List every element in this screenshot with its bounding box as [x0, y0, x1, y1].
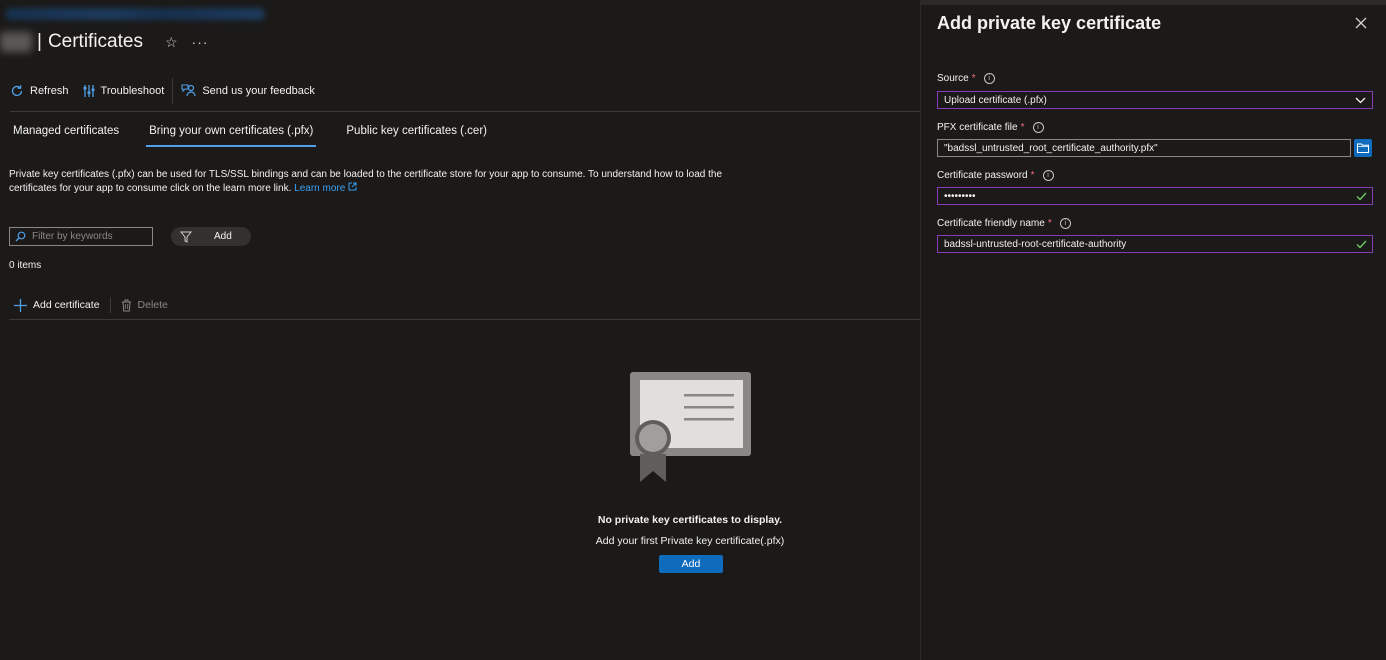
pfx-file-label: PFX certificate file — [937, 122, 1018, 133]
title-separator: | — [37, 31, 42, 52]
page-title: Certificates — [47, 31, 143, 52]
browse-file-button[interactable] — [1354, 139, 1372, 157]
empty-state-add-button[interactable]: Add — [659, 555, 723, 573]
plus-icon — [14, 298, 27, 312]
add-certificate-label: Add certificate — [33, 299, 100, 311]
empty-state-subtitle: Add your first Private key certificate(.… — [595, 535, 785, 547]
chevron-down-icon — [1355, 97, 1366, 103]
info-icon[interactable]: i — [983, 73, 995, 84]
tab-public-key-certificates[interactable]: Public key certificates (.cer) — [346, 119, 487, 145]
filter-icon — [180, 231, 192, 243]
star-icon[interactable]: ☆ — [165, 34, 178, 51]
source-value: Upload certificate (.pfx) — [944, 94, 1047, 106]
more-options-icon[interactable]: ··· — [192, 34, 209, 50]
add-filter-label: Add — [214, 231, 232, 242]
checkmark-icon — [1356, 192, 1367, 201]
tab-bring-your-own-certificates[interactable]: Bring your own certificates (.pfx) — [146, 119, 317, 147]
refresh-icon — [11, 85, 23, 97]
resource-name — [0, 32, 32, 52]
pfx-file-label-row: PFX certificate file * i — [937, 122, 1044, 133]
panel-title: Add private key certificate — [937, 13, 1162, 33]
command-divider — [109, 297, 111, 313]
close-icon[interactable] — [1353, 15, 1369, 31]
toolbar-separator — [10, 111, 920, 112]
password-required-mark: * — [1030, 170, 1035, 181]
delete-button[interactable]: Delete — [121, 299, 168, 312]
command-bar: Add certificate Delete — [14, 296, 168, 314]
breadcrumb[interactable] — [6, 8, 264, 20]
feedback-icon — [181, 84, 196, 97]
add-filter-button[interactable]: Add — [171, 227, 251, 246]
pfx-file-value: "badssl_untrusted_root_certificate_autho… — [944, 142, 1158, 154]
items-count: 0 items — [9, 260, 42, 271]
add-private-key-certificate-panel: Add private key certificate Source * i U… — [920, 5, 1386, 660]
main-blade: | Certificates ☆ ··· Refresh Troubleshoo… — [0, 0, 920, 655]
password-value: ••••••••• — [944, 190, 976, 202]
empty-state-title: No private key certificates to display. — [597, 514, 783, 526]
friendly-name-field[interactable]: badssl-untrusted-root-certificate-author… — [937, 235, 1373, 253]
feedback-label: Send us your feedback — [202, 85, 315, 97]
refresh-button[interactable]: Refresh — [10, 84, 69, 98]
password-label: Certificate password — [937, 170, 1028, 181]
friendly-name-required-mark: * — [1047, 218, 1052, 229]
source-label-row: Source * i — [937, 73, 995, 84]
checkmark-icon — [1356, 240, 1367, 249]
pfx-file-field[interactable]: "badssl_untrusted_root_certificate_autho… — [937, 139, 1351, 157]
source-label: Source — [937, 73, 969, 84]
filter-input[interactable] — [32, 231, 142, 242]
troubleshoot-icon — [83, 85, 95, 97]
command-separator — [9, 319, 920, 320]
external-link-icon — [348, 182, 357, 191]
delete-label: Delete — [137, 299, 168, 311]
certificate-illustration-icon — [630, 372, 751, 482]
source-dropdown[interactable]: Upload certificate (.pfx) — [937, 91, 1373, 109]
trash-icon — [121, 299, 131, 311]
learn-more-link[interactable]: Learn more — [294, 182, 357, 194]
password-label-row: Certificate password * i — [937, 170, 1054, 181]
source-required-mark: * — [971, 73, 976, 84]
add-certificate-button[interactable]: Add certificate — [14, 298, 100, 312]
description: Private key certificates (.pfx) can be u… — [9, 168, 729, 196]
refresh-label: Refresh — [30, 85, 69, 97]
search-icon — [15, 231, 26, 242]
friendly-name-label: Certificate friendly name — [937, 218, 1045, 229]
troubleshoot-button[interactable]: Troubleshoot — [83, 84, 165, 98]
info-icon[interactable]: i — [1032, 122, 1044, 133]
pfx-file-required-mark: * — [1020, 122, 1025, 133]
toolbar-divider — [172, 78, 174, 104]
feedback-button[interactable]: Send us your feedback — [181, 84, 315, 98]
password-field[interactable]: ••••••••• — [937, 187, 1373, 205]
filter-input-box[interactable] — [9, 227, 153, 246]
learn-more-label: Learn more — [294, 183, 346, 194]
info-icon[interactable]: i — [1059, 218, 1071, 229]
friendly-name-value: badssl-untrusted-root-certificate-author… — [944, 238, 1127, 250]
info-icon[interactable]: i — [1042, 170, 1054, 181]
toolbar: Refresh Troubleshoot Send us your feedba… — [10, 78, 315, 104]
friendly-name-label-row: Certificate friendly name * i — [937, 218, 1071, 229]
tab-managed-certificates[interactable]: Managed certificates — [13, 119, 119, 145]
troubleshoot-label: Troubleshoot — [100, 85, 165, 97]
folder-icon — [1357, 143, 1369, 153]
tab-list: Managed certificates Bring your own cert… — [13, 119, 517, 147]
description-text: Private key certificates (.pfx) can be u… — [9, 169, 723, 194]
title-row: | Certificates ☆ ··· — [37, 31, 209, 53]
